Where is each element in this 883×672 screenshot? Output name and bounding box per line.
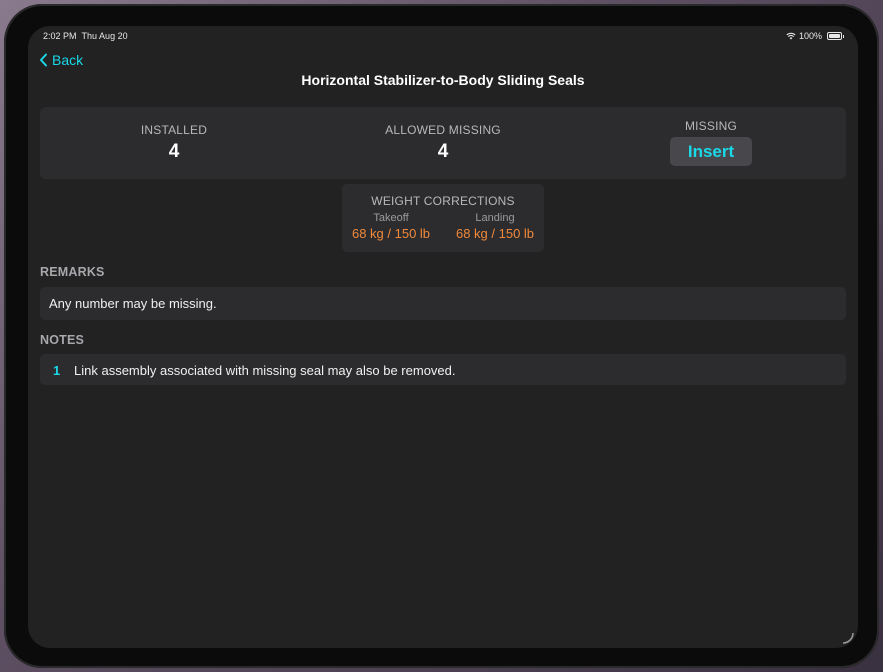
weight-corrections-title: WEIGHT CORRECTIONS — [371, 194, 515, 208]
allowed-missing-value: 4 — [437, 141, 449, 162]
missing-label: MISSING — [684, 119, 738, 133]
wifi-icon — [786, 32, 796, 40]
installed-label: INSTALLED — [140, 123, 208, 137]
insert-missing-button[interactable]: Insert — [670, 137, 752, 166]
takeoff-value: 68 kg / 150 lb — [351, 226, 431, 241]
status-time-date: 2:02 PM Thu Aug 20 — [43, 31, 128, 41]
remarks-card: Any number may be missing. — [40, 287, 846, 320]
app-screen: 2:02 PM Thu Aug 20 100% Back Horizontal … — [28, 26, 858, 648]
stats-card: INSTALLED 4 ALLOWED MISSING 4 MISSING In… — [40, 107, 846, 179]
installed-value: 4 — [168, 141, 180, 162]
landing-correction: Landing 68 kg / 150 lb — [445, 212, 545, 241]
notes-header: NOTES — [40, 333, 85, 347]
battery-percent: 100% — [798, 31, 822, 41]
status-time: 2:02 PM — [43, 31, 77, 41]
back-label: Back — [52, 52, 84, 68]
note-item: 1 Link assembly associated with missing … — [40, 354, 846, 385]
allowed-missing-stat: ALLOWED MISSING 4 — [323, 123, 563, 163]
page-title: Horizontal Stabilizer-to-Body Sliding Se… — [301, 72, 585, 88]
allowed-missing-label: ALLOWED MISSING — [385, 123, 501, 137]
landing-value: 68 kg / 150 lb — [455, 226, 535, 241]
status-date: Thu Aug 20 — [81, 31, 128, 41]
remarks-header: REMARKS — [40, 265, 105, 279]
takeoff-label: Takeoff — [373, 212, 409, 224]
note-text: Link assembly associated with missing se… — [74, 363, 456, 378]
corner-grip-icon — [842, 632, 854, 644]
installed-stat: INSTALLED 4 — [54, 123, 294, 163]
remarks-text: Any number may be missing. — [49, 296, 217, 311]
weight-corrections-card: WEIGHT CORRECTIONS Takeoff 68 kg / 150 l… — [342, 184, 544, 252]
chevron-left-icon — [40, 53, 47, 67]
status-indicators: 100% — [786, 31, 844, 41]
battery-icon — [827, 32, 844, 40]
status-bar: 2:02 PM Thu Aug 20 100% — [28, 26, 858, 46]
missing-stat: MISSING Insert — [591, 119, 831, 166]
back-button[interactable]: Back — [39, 52, 83, 68]
landing-label: Landing — [475, 212, 515, 224]
takeoff-correction: Takeoff 68 kg / 150 lb — [341, 212, 441, 241]
note-number: 1 — [53, 363, 61, 378]
